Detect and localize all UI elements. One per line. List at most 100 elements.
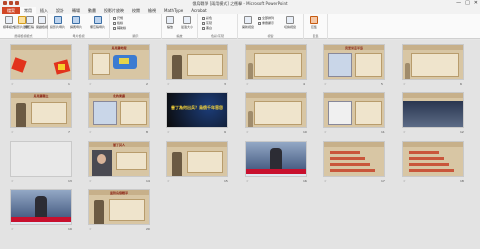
- slide-title: 普丁為何出兵？烏俄千年恩怨: [171, 105, 223, 110]
- tab-9[interactable]: MathType: [160, 7, 187, 14]
- slide-thumbnail[interactable]: [245, 141, 307, 177]
- slide-thumbnail[interactable]: [402, 44, 464, 80]
- explosion-shape: [11, 57, 27, 73]
- slide-thumbnail[interactable]: [10, 141, 72, 177]
- tab-0[interactable]: 檔案: [2, 7, 20, 14]
- black-white-option[interactable]: 黑白: [202, 26, 212, 30]
- handout-master-icon: [72, 16, 80, 24]
- ribbon-group-label: 色彩/灰階: [210, 34, 224, 38]
- reading-view-button[interactable]: 閱讀檢視: [36, 16, 48, 29]
- figure-silhouette: [405, 63, 410, 79]
- tab-4[interactable]: 轉場: [68, 7, 84, 14]
- news-ticker: [11, 217, 71, 222]
- powerpoint-window: 俄烏戰爭 [兩用模式] 之衝擊 - Microsoft PowerPoint —…: [0, 0, 480, 249]
- slide-title: 烏克蘭地理: [111, 46, 127, 50]
- cascade-icon: [258, 21, 261, 25]
- slide-number: 19: [68, 227, 72, 231]
- macros-button[interactable]: 巨集: [310, 16, 318, 29]
- arrange-all-option[interactable]: 全部排列: [258, 16, 274, 20]
- slide-title: 面對烏俄戰爭: [109, 191, 128, 195]
- bar-row: [330, 151, 360, 154]
- slide-thumbnail[interactable]: 普丁為何出兵？烏俄千年恩怨: [166, 92, 228, 128]
- normal-view-icon: [5, 16, 13, 24]
- slide-thumbnail[interactable]: 普丁其人: [88, 141, 150, 177]
- maximize-button[interactable]: □: [465, 0, 470, 7]
- slide-title-band: [167, 45, 227, 50]
- slide-thumbnail[interactable]: [10, 189, 72, 225]
- ribbon-option-label: 彩色: [206, 16, 213, 20]
- ribbon-button-label: 備忘稿母片: [90, 25, 106, 29]
- slide-thumbnail[interactable]: [245, 92, 307, 128]
- slide-thumbnail[interactable]: 烏克蘭地理: [88, 44, 150, 80]
- transition-icon: ☆: [89, 179, 92, 183]
- band-photo: [403, 101, 463, 127]
- tab-7[interactable]: 校閱: [128, 7, 144, 14]
- figure-silhouette: [248, 63, 253, 79]
- transition-icon: ☆: [89, 130, 92, 134]
- slide-thumbnail[interactable]: 面對烏俄戰爭: [88, 189, 150, 225]
- text-box: [92, 53, 110, 75]
- black-white-icon: [202, 26, 205, 30]
- slide-thumbnail[interactable]: [323, 92, 385, 128]
- slide-thumbnail[interactable]: 克里米亞半島: [323, 44, 385, 80]
- slide-number: 5: [381, 82, 383, 86]
- ribbon-button-label: 備忘稿: [25, 25, 35, 29]
- tab-6[interactable]: 投影片放映: [100, 7, 128, 14]
- cascade-option[interactable]: 重疊顯示: [258, 21, 274, 25]
- slide-thumbnail[interactable]: [166, 141, 228, 177]
- slide-number: 8: [146, 130, 148, 134]
- soldier-silhouette: [94, 200, 104, 224]
- transition-icon: ☆: [89, 227, 92, 231]
- close-button[interactable]: ✕: [474, 0, 478, 7]
- arrange-all-icon: [258, 16, 261, 20]
- slide-thumbnail[interactable]: [402, 141, 464, 177]
- slide-thumbnail[interactable]: [245, 44, 307, 80]
- color-option[interactable]: 彩色: [202, 16, 212, 20]
- gridlines-icon: [113, 21, 116, 25]
- notes-page-icon: [25, 16, 34, 24]
- tab-5[interactable]: 動畫: [84, 7, 100, 14]
- slide-number: 4: [303, 82, 305, 86]
- transition-icon: ☆: [403, 130, 406, 134]
- transition-icon: ☆: [167, 179, 170, 183]
- slide-title: 北約東擴: [112, 94, 125, 98]
- news-anchor: [35, 196, 47, 217]
- slide-number: 14: [146, 179, 150, 183]
- ribbon-button-label: 講義母片: [70, 25, 83, 29]
- tab-2[interactable]: 插入: [36, 7, 52, 14]
- grayscale-option[interactable]: 灰階: [202, 21, 212, 25]
- transition-icon: ☆: [11, 179, 14, 183]
- ruler-option[interactable]: 尺規: [113, 16, 123, 20]
- fit-window-icon: [183, 16, 191, 24]
- slide-thumbnail[interactable]: 北約東擴: [88, 92, 150, 128]
- transition-icon: ☆: [246, 130, 249, 134]
- minimize-button[interactable]: —: [456, 0, 461, 7]
- reading-view-icon: [38, 16, 46, 24]
- slide-thumbnail[interactable]: [10, 44, 72, 80]
- guides-option[interactable]: 輔助線: [113, 26, 126, 30]
- slide-thumbnail[interactable]: 烏克蘭獨立: [10, 92, 72, 128]
- notes-page-button[interactable]: 備忘稿: [25, 16, 34, 29]
- guides-icon: [113, 26, 116, 30]
- text-box: [116, 152, 147, 170]
- notes-master-button[interactable]: 備忘稿母片: [90, 16, 105, 29]
- fit-window-button[interactable]: 最適大小: [181, 16, 193, 29]
- new-window-button[interactable]: 開新視窗: [242, 16, 254, 29]
- zoom-button[interactable]: 縮放: [166, 16, 174, 29]
- slide-master-button[interactable]: 投影片母片: [50, 16, 65, 29]
- tab-3[interactable]: 設計: [52, 7, 68, 14]
- switch-windows-button[interactable]: 切換視窗: [284, 16, 296, 29]
- tab-8[interactable]: 檢視: [144, 7, 160, 14]
- slide-thumbnail[interactable]: [323, 141, 385, 177]
- tab-1[interactable]: 常用: [20, 7, 36, 14]
- gridlines-option[interactable]: 格線: [113, 21, 123, 25]
- slide-number: 20: [146, 227, 150, 231]
- slide-thumbnail[interactable]: [402, 92, 464, 128]
- handout-master-button[interactable]: 講義母片: [70, 16, 82, 29]
- slide-thumbnail[interactable]: [166, 44, 228, 80]
- macros-icon: [310, 16, 318, 24]
- slide-title-band: [324, 142, 384, 147]
- slide-title-band: [403, 93, 463, 98]
- ribbon-button-label: 最適大小: [181, 25, 194, 29]
- tab-10[interactable]: Acrobat: [187, 7, 210, 14]
